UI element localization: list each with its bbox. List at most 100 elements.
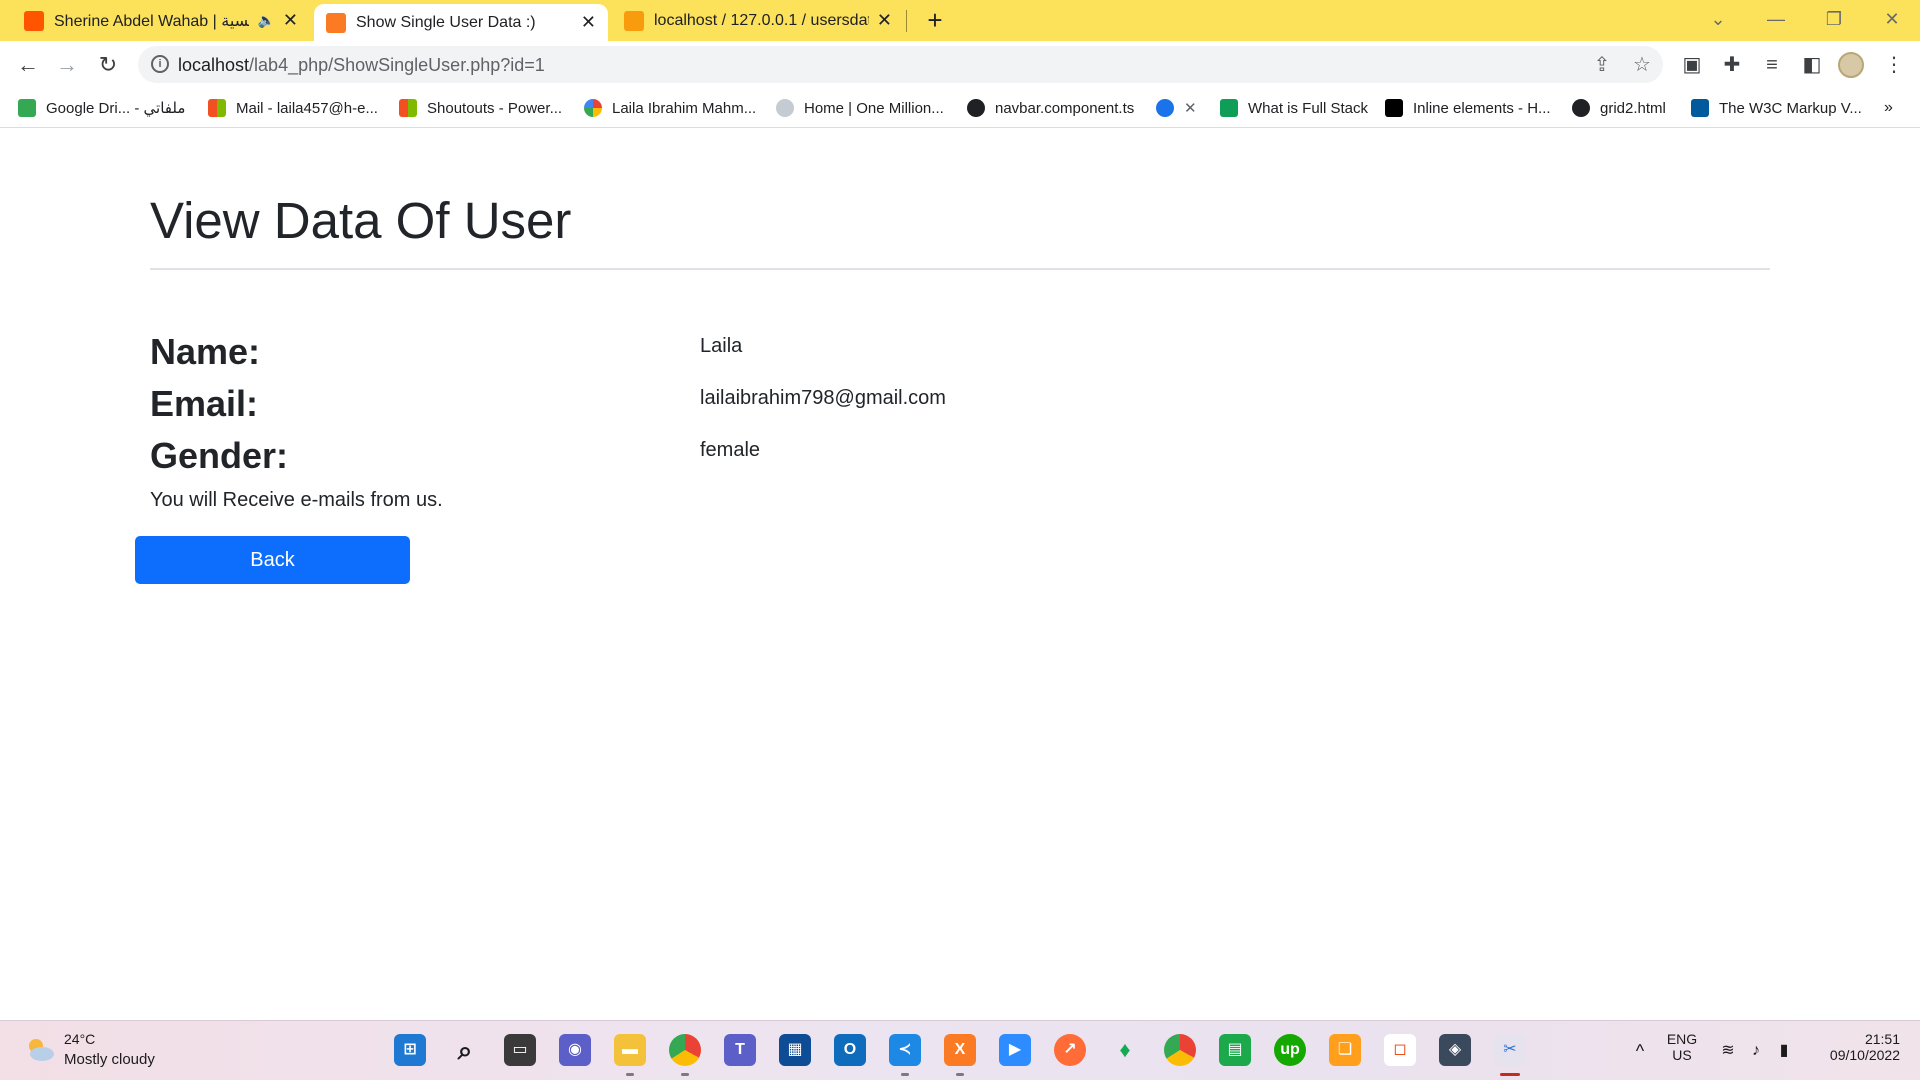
- subscription-note: You will Receive e-mails from us.: [150, 489, 443, 511]
- volume-icon[interactable]: ♪: [1744, 1021, 1768, 1080]
- bookmark-label: Laila Ibrahim Mahm...: [612, 99, 757, 117]
- screen: Sherine Abdel Wahab | النسية 🔈 ✕ Show Si…: [0, 0, 1920, 1080]
- bookmark-label: navbar.component.ts: [995, 99, 1135, 117]
- microsoft-icon: [208, 99, 226, 117]
- bookmark-full-stack[interactable]: What is Full Stack: [1220, 96, 1368, 120]
- close-icon[interactable]: ✕: [1184, 99, 1197, 117]
- bookmark-mail[interactable]: Mail - laila457@h-e...: [208, 96, 378, 120]
- close-tab-icon[interactable]: ✕: [283, 10, 298, 31]
- upwork-icon[interactable]: up: [1274, 1034, 1306, 1066]
- minimize-button[interactable]: —: [1748, 0, 1804, 41]
- postman-icon[interactable]: ↗: [1054, 1034, 1086, 1066]
- page-title: View Data Of User: [150, 192, 572, 249]
- language-region: US: [1672, 1047, 1692, 1063]
- chrome-icon[interactable]: [669, 1034, 701, 1066]
- profile-avatar[interactable]: [1838, 52, 1864, 78]
- tab-separator: [906, 10, 907, 32]
- chat-icon[interactable]: ◉: [559, 1034, 591, 1066]
- chrome-icon[interactable]: [1164, 1034, 1196, 1066]
- clock-date: 09/10/2022: [1829, 1047, 1900, 1063]
- tab-phpmyadmin[interactable]: localhost / 127.0.0.1 / usersdata / ✕: [612, 0, 904, 41]
- wifi-icon[interactable]: ≋: [1716, 1021, 1740, 1080]
- bookmark-label: Home | One Million...: [804, 99, 944, 117]
- show-hidden-icons-chevron[interactable]: ^: [1626, 1021, 1654, 1080]
- camera-icon[interactable]: ▣: [1678, 51, 1706, 79]
- xampp-icon[interactable]: X: [944, 1034, 976, 1066]
- google-drive-icon: [18, 99, 36, 117]
- bookmark-google-drive[interactable]: Google Dri... - ملفاتي: [18, 96, 185, 120]
- back-arrow-icon[interactable]: ←: [12, 49, 44, 81]
- weather-temperature[interactable]: 24°C: [64, 1031, 95, 1047]
- bookmark-label: grid2.html: [1600, 99, 1666, 117]
- browser-toolbar: ← → ↻ i localhost/lab4_php/ShowSingleUse…: [0, 41, 1920, 88]
- w-icon: [1220, 99, 1238, 117]
- tab-show-single-user[interactable]: Show Single User Data :) ✕: [314, 4, 608, 41]
- c-icon: [1156, 99, 1174, 117]
- office-icon[interactable]: ◻: [1384, 1034, 1416, 1066]
- clock[interactable]: 21:51 09/10/2022: [1812, 1021, 1900, 1080]
- file-explorer-icon[interactable]: ▬: [614, 1034, 646, 1066]
- reload-icon[interactable]: ↻: [92, 49, 124, 81]
- bookmark-label: Inline elements - H...: [1413, 99, 1551, 117]
- speaker-icon[interactable]: 🔈: [257, 12, 274, 29]
- bookmark-star-icon[interactable]: ☆: [1630, 53, 1654, 77]
- spreadsheet-icon[interactable]: ▤: [1219, 1034, 1251, 1066]
- gender-value: female: [700, 439, 761, 461]
- snipping-tool-icon[interactable]: ✂: [1494, 1034, 1526, 1066]
- bookmark-label: Mail - laila457@h-e...: [236, 99, 378, 117]
- gender-label: Gender:: [150, 435, 289, 476]
- extensions-icon[interactable]: ✚: [1718, 51, 1746, 79]
- windows-taskbar: 24°C Mostly cloudy ⊞ ⌕ ▭ ◉ ▬ T ▦ O ≺ X ▶…: [0, 1020, 1920, 1080]
- bookmark-w3c-markup[interactable]: The W3C Markup V...: [1691, 96, 1862, 120]
- side-panel-icon[interactable]: ◧: [1798, 51, 1826, 79]
- bookmark-inline-elements[interactable]: Inline elements - H...: [1385, 96, 1551, 120]
- back-button[interactable]: Back: [135, 536, 410, 584]
- bookmark-laila-ibrahim[interactable]: Laila Ibrahim Mahm...: [584, 96, 756, 120]
- menu-kebab-icon[interactable]: ⋮: [1880, 51, 1908, 79]
- language-indicator[interactable]: ENG US: [1662, 1021, 1702, 1080]
- vscode-icon[interactable]: ≺: [889, 1034, 921, 1066]
- bookmark-shoutouts[interactable]: Shoutouts - Power...: [399, 96, 562, 120]
- bookmark-one-million[interactable]: Home | One Million...: [776, 96, 944, 120]
- restore-button[interactable]: ❐: [1806, 0, 1862, 41]
- globe-icon: [967, 99, 985, 117]
- w3c-icon: [1691, 99, 1709, 117]
- close-window-button[interactable]: ✕: [1864, 0, 1920, 41]
- email-label: Email:: [150, 383, 259, 424]
- media-control-icon[interactable]: ≡: [1758, 51, 1786, 79]
- location-icon: [776, 99, 794, 117]
- close-tab-icon[interactable]: ✕: [877, 10, 892, 31]
- url-text[interactable]: localhost/lab4_php/ShowSingleUser.php?id…: [178, 55, 545, 76]
- url-path: /lab4_php/ShowSingleUser.php?id=1: [249, 55, 545, 75]
- windows-start-icon[interactable]: ⊞: [394, 1034, 426, 1066]
- globe-icon: [1572, 99, 1590, 117]
- more-bookmarks-icon[interactable]: »: [1884, 96, 1893, 120]
- mongodb-icon[interactable]: ♦: [1109, 1034, 1141, 1066]
- search-icon[interactable]: ⌕: [449, 1034, 481, 1066]
- outlook-icon[interactable]: O: [834, 1034, 866, 1066]
- bookmark-grid2[interactable]: grid2.html: [1572, 96, 1666, 120]
- tab-soundcloud[interactable]: Sherine Abdel Wahab | النسية 🔈 ✕: [12, 0, 310, 41]
- bookmark-navbar-component[interactable]: navbar.component.ts: [967, 96, 1134, 120]
- tab-search-chevron-icon[interactable]: ⌄: [1690, 0, 1746, 41]
- soundcloud-icon: [24, 10, 44, 31]
- partly-cloudy-icon[interactable]: [24, 1035, 56, 1063]
- running-indicator: [901, 1073, 909, 1076]
- bookmark-c[interactable]: ✕: [1156, 96, 1197, 120]
- new-tab-button[interactable]: +: [920, 6, 950, 36]
- zoom-icon[interactable]: ▶: [999, 1034, 1031, 1066]
- virtualbox-icon[interactable]: ◈: [1439, 1034, 1471, 1066]
- share-icon[interactable]: ⇪: [1590, 53, 1614, 77]
- close-tab-icon[interactable]: ✕: [581, 12, 596, 33]
- teams-icon[interactable]: T: [724, 1034, 756, 1066]
- copy-app-icon[interactable]: ❏: [1329, 1034, 1361, 1066]
- site-info-icon[interactable]: i: [151, 55, 169, 73]
- weather-description[interactable]: Mostly cloudy: [64, 1051, 155, 1068]
- forward-arrow-icon[interactable]: →: [51, 49, 83, 81]
- phpmyadmin-icon: [624, 10, 644, 31]
- store-icon[interactable]: ▦: [779, 1034, 811, 1066]
- battery-icon[interactable]: ▮: [1772, 1021, 1796, 1080]
- xampp-icon: [326, 12, 346, 33]
- address-bar[interactable]: i localhost/lab4_php/ShowSingleUser.php?…: [138, 46, 1663, 83]
- task-view-icon[interactable]: ▭: [504, 1034, 536, 1066]
